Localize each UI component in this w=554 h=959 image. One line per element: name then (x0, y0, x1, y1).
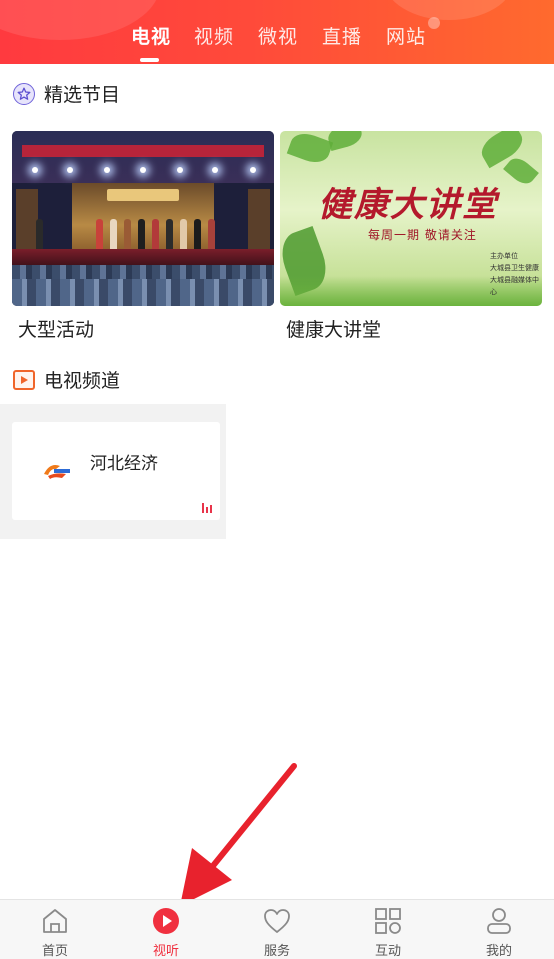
featured-section-title: 精选节目 (44, 85, 121, 106)
tab-video[interactable]: 视频 (194, 22, 234, 49)
nav-label: 视听 (152, 943, 179, 958)
top-header: 电视 视频 微视 直播 网站 (0, 0, 554, 64)
active-tab-indicator (140, 58, 159, 62)
tab-micro-video[interactable]: 微视 (258, 22, 298, 49)
annotation-arrow-icon (180, 763, 297, 906)
tab-tv[interactable]: 电视 (131, 22, 171, 49)
nav-item-interact[interactable]: 互动 (333, 900, 443, 959)
thumbnail-subtitle: 每周一期 敬请关注 (368, 228, 477, 242)
heart-icon (264, 909, 290, 933)
tab-live[interactable]: 直播 (322, 22, 362, 49)
audio-wave-icon (202, 503, 212, 513)
home-icon (43, 909, 67, 933)
nav-label: 服务 (263, 943, 290, 958)
channel-list: 河北经济 (0, 404, 226, 539)
featured-card-title: 健康大讲堂 (286, 320, 382, 341)
featured-thumbnail-stage-event (12, 131, 274, 306)
tv-play-icon (13, 369, 35, 390)
thumbnail-headline: 健康大讲堂 (318, 185, 498, 225)
grid-icon (375, 908, 401, 934)
channel-name: 河北经济 (90, 454, 158, 473)
featured-thumbnail-health-lecture: 健康大讲堂 每周一期 敬请关注 主办单位 大城县卫生健康 大城县融媒体中心 (280, 131, 542, 306)
nav-label: 互动 (374, 943, 401, 958)
nav-label: 首页 (41, 943, 68, 958)
tv-channel-section-header: 电视频道 (13, 366, 120, 393)
user-icon (487, 908, 511, 934)
nav-item-service[interactable]: 服务 (222, 900, 332, 959)
featured-section-header: 精选节目 (13, 80, 120, 107)
hebei-economy-logo (42, 460, 72, 480)
tv-channel-section-title: 电视频道 (44, 371, 121, 392)
nav-item-audio-video[interactable]: 视听 (111, 900, 221, 959)
top-tab-bar: 电视 视频 微视 直播 网站 (0, 0, 554, 64)
featured-card-health-lecture[interactable]: 健康大讲堂 每周一期 敬请关注 主办单位 大城县卫生健康 大城县融媒体中心 健康… (280, 131, 542, 342)
bottom-navigation-bar: 首页 视听 服务 互动 我的 (0, 899, 554, 959)
nav-item-mine[interactable]: 我的 (444, 900, 554, 959)
star-icon (13, 82, 35, 105)
tab-website[interactable]: 网站 (386, 22, 426, 49)
nav-item-home[interactable]: 首页 (0, 900, 110, 959)
play-circle-icon (153, 908, 179, 934)
featured-card-large-event[interactable]: 大型活动 (12, 131, 274, 342)
channel-card-hebei-economy[interactable]: 河北经济 (12, 422, 220, 520)
nav-label: 我的 (485, 943, 512, 958)
thumbnail-sponsor: 主办单位 大城县卫生健康 大城县融媒体中心 (490, 253, 539, 296)
featured-card-title: 大型活动 (18, 320, 95, 341)
